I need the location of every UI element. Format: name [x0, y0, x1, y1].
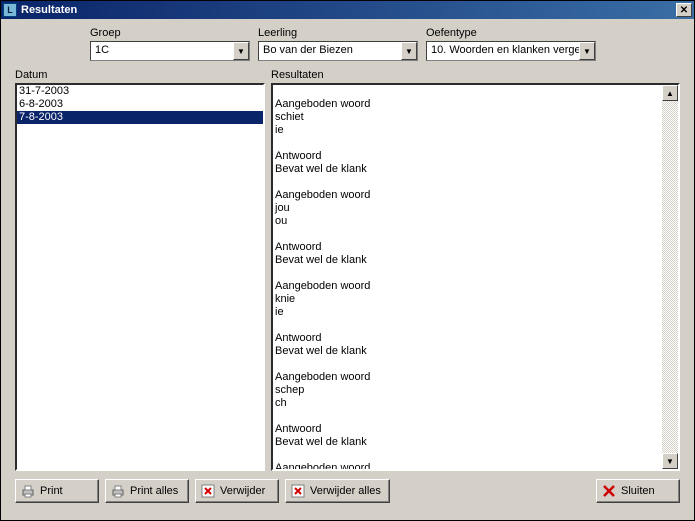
filter-leerling: Leerling Bo van der Biezen ▼ — [258, 27, 418, 61]
groep-value: 1C — [91, 42, 233, 60]
datum-listbox[interactable]: 31-7-20036-8-20037-8-2003 — [15, 83, 265, 471]
delete-x-icon — [290, 483, 306, 499]
delete-x-icon — [200, 483, 216, 499]
datum-label: Datum — [15, 69, 265, 81]
resultaten-text: Aangeboden woord schiet ie Antwoord Beva… — [273, 85, 662, 469]
print-label: Print — [40, 485, 63, 497]
filter-row: Groep 1C ▼ Leerling Bo van der Biezen ▼ … — [15, 27, 680, 61]
verwijder-button[interactable]: Verwijder — [195, 479, 279, 503]
leerling-label: Leerling — [258, 27, 418, 39]
verwijder-alles-button[interactable]: Verwijder alles — [285, 479, 390, 503]
filter-groep: Groep 1C ▼ — [90, 27, 250, 61]
chevron-down-icon[interactable]: ▼ — [233, 42, 249, 60]
print-alles-label: Print alles — [130, 485, 178, 497]
list-item[interactable]: 31-7-2003 — [17, 85, 263, 98]
sluiten-button[interactable]: Sluiten — [596, 479, 680, 503]
content-area: Groep 1C ▼ Leerling Bo van der Biezen ▼ … — [1, 19, 694, 509]
resultaten-column: Resultaten Aangeboden woord schiet ie An… — [271, 69, 680, 471]
app-icon: L — [3, 3, 17, 17]
scroll-up-button[interactable]: ▲ — [662, 85, 678, 101]
button-row: Print Print alles Verwijder Verwijder al… — [15, 479, 680, 503]
close-x-icon — [601, 483, 617, 499]
filter-oefentype: Oefentype 10. Woorden en klanken vergeli… — [426, 27, 596, 61]
scroll-track[interactable] — [662, 101, 678, 453]
print-button[interactable]: Print — [15, 479, 99, 503]
sluiten-label: Sluiten — [621, 485, 655, 497]
resultaten-listbox[interactable]: Aangeboden woord schiet ie Antwoord Beva… — [271, 83, 680, 471]
leerling-combo[interactable]: Bo van der Biezen ▼ — [258, 41, 418, 61]
list-item[interactable]: 6-8-2003 — [17, 98, 263, 111]
list-item[interactable]: 7-8-2003 — [17, 111, 263, 124]
scrollbar-vertical[interactable]: ▲ ▼ — [662, 85, 678, 469]
oefentype-combo[interactable]: 10. Woorden en klanken vergelijk ▼ — [426, 41, 596, 61]
printer-icon — [20, 483, 36, 499]
resultaten-label: Resultaten — [271, 69, 680, 81]
leerling-value: Bo van der Biezen — [259, 42, 401, 60]
window-title: Resultaten — [21, 4, 676, 16]
chevron-down-icon[interactable]: ▼ — [579, 42, 595, 60]
groep-combo[interactable]: 1C ▼ — [90, 41, 250, 61]
groep-label: Groep — [90, 27, 250, 39]
printer-icon — [110, 483, 126, 499]
verwijder-label: Verwijder — [220, 485, 265, 497]
window-close-button[interactable]: ✕ — [676, 3, 692, 17]
datum-column: Datum 31-7-20036-8-20037-8-2003 — [15, 69, 265, 471]
lists-row: Datum 31-7-20036-8-20037-8-2003 Resultat… — [15, 69, 680, 471]
oefentype-value: 10. Woorden en klanken vergelijk — [427, 42, 579, 60]
oefentype-label: Oefentype — [426, 27, 596, 39]
print-alles-button[interactable]: Print alles — [105, 479, 189, 503]
titlebar: L Resultaten ✕ — [1, 1, 694, 19]
chevron-down-icon[interactable]: ▼ — [401, 42, 417, 60]
scroll-down-button[interactable]: ▼ — [662, 453, 678, 469]
verwijder-alles-label: Verwijder alles — [310, 485, 381, 497]
